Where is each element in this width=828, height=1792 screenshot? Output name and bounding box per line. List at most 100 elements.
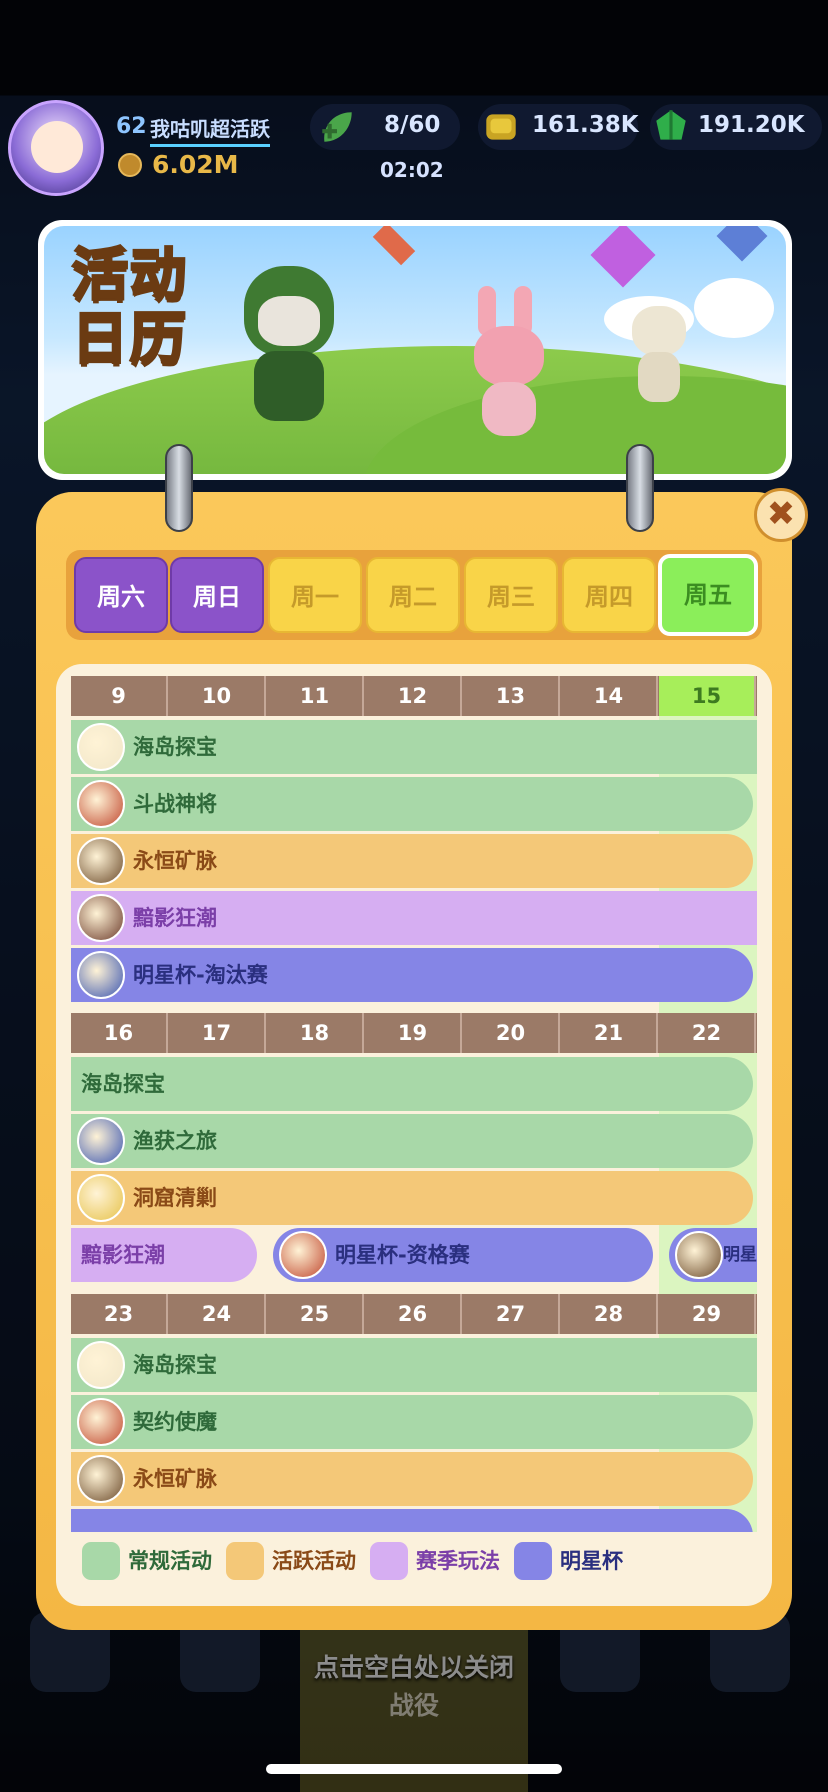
event-label: 明星杯-淘汰赛 bbox=[133, 963, 268, 987]
event-label: 契约使魔 bbox=[133, 1410, 217, 1434]
event-label: 永恒矿脉 bbox=[133, 849, 217, 873]
date-cell: 15 bbox=[659, 676, 756, 716]
date-cell: 28 bbox=[561, 1294, 658, 1334]
tab-day-3[interactable]: 周二 bbox=[366, 557, 460, 633]
date-cell: 10 bbox=[169, 676, 266, 716]
event-bar[interactable]: 斗战神将 bbox=[71, 777, 753, 831]
event-bar[interactable]: 黯影狂潮 bbox=[71, 1228, 257, 1282]
event-label: 黯影狂潮 bbox=[81, 1243, 165, 1267]
event-label: 海岛探宝 bbox=[133, 735, 217, 759]
date-cell: 26 bbox=[365, 1294, 462, 1334]
tab-day-6[interactable]: 周五 bbox=[658, 554, 758, 636]
gem-icon bbox=[656, 110, 686, 140]
legend-label: 赛季玩法 bbox=[416, 1549, 500, 1573]
legend-swatch bbox=[226, 1542, 264, 1580]
legend-label: 明星杯 bbox=[560, 1549, 623, 1573]
event-bar[interactable]: 契约使魔 bbox=[71, 1395, 753, 1449]
event-bar[interactable]: 海岛探宝 bbox=[71, 1338, 757, 1392]
event-bar[interactable]: 明星 bbox=[669, 1228, 757, 1282]
event-icon bbox=[77, 1398, 125, 1446]
event-label: 海岛探宝 bbox=[133, 1353, 217, 1377]
player-power: 6.02M bbox=[152, 150, 239, 179]
event-bar[interactable]: 海岛探宝 bbox=[71, 1057, 753, 1111]
event-label: 洞窟清剿 bbox=[133, 1186, 217, 1210]
event-icon bbox=[77, 1341, 125, 1389]
date-cell: 11 bbox=[267, 676, 364, 716]
date-cell: 18 bbox=[267, 1013, 364, 1053]
gold-value: 161.38K bbox=[532, 112, 639, 138]
legend-swatch bbox=[514, 1542, 552, 1580]
cloud bbox=[694, 278, 774, 338]
event-label: 黯影狂潮 bbox=[133, 906, 217, 930]
event-label: 明星杯-资格赛 bbox=[335, 1243, 470, 1267]
player-avatar bbox=[8, 100, 104, 196]
event-bar[interactable]: 明星杯-资格赛 bbox=[273, 1228, 653, 1282]
pink-bunny-character bbox=[464, 286, 554, 436]
legend-swatch bbox=[82, 1542, 120, 1580]
mummy-character bbox=[624, 306, 694, 406]
legend-label: 常规活动 bbox=[128, 1549, 212, 1573]
date-cell: 14 bbox=[561, 676, 658, 716]
gem-value: 191.20K bbox=[698, 112, 805, 138]
date-cell: 12 bbox=[365, 676, 462, 716]
event-bar[interactable]: 永恒矿脉 bbox=[71, 834, 753, 888]
legend: 常规活动 活跃活动 赛季玩法 明星杯 bbox=[82, 1542, 762, 1582]
event-bar[interactable]: 明星杯-淘汰赛 bbox=[71, 948, 753, 1002]
event-label: 海岛探宝 bbox=[81, 1072, 165, 1096]
event-label: 渔获之旅 bbox=[133, 1129, 217, 1153]
event-calendar-banner: 活动 日历 bbox=[38, 220, 792, 480]
tab-day-1[interactable]: 周日 bbox=[170, 557, 264, 633]
event-icon bbox=[77, 894, 125, 942]
event-label: 永恒矿脉 bbox=[133, 1467, 217, 1491]
tab-day-2[interactable]: 周一 bbox=[268, 557, 362, 633]
date-cell: 22 bbox=[659, 1013, 756, 1053]
banner-title-line2: 日历 bbox=[71, 306, 188, 373]
tab-day-0[interactable]: 周六 bbox=[74, 557, 168, 633]
event-label: 斗战神将 bbox=[133, 792, 217, 816]
event-icon bbox=[77, 837, 125, 885]
date-row: 23 24 25 26 27 28 29 bbox=[71, 1294, 757, 1334]
player-level: 62 bbox=[116, 114, 147, 139]
close-button[interactable]: ✖ bbox=[754, 488, 808, 542]
event-bar[interactable]: 洞窟清剿 bbox=[71, 1171, 753, 1225]
date-cell: 19 bbox=[365, 1013, 462, 1053]
event-bar[interactable]: 黯影狂潮 bbox=[71, 891, 757, 945]
date-row: 16 17 18 19 20 21 22 bbox=[71, 1013, 757, 1053]
stamina-leaf-icon bbox=[322, 112, 352, 142]
event-icon bbox=[675, 1231, 723, 1279]
date-cell: 25 bbox=[267, 1294, 364, 1334]
date-cell: 24 bbox=[169, 1294, 266, 1334]
banner-scene: 活动 日历 bbox=[44, 226, 786, 474]
binder-ring bbox=[626, 444, 654, 532]
date-cell: 29 bbox=[659, 1294, 756, 1334]
calendar-grid[interactable]: 9 10 11 12 13 14 15 海岛探宝 斗战神将 永恒矿脉 黯影狂潮 明星杯-淘汰赛 16 17… bbox=[71, 676, 757, 1532]
event-bar[interactable]: 海岛探宝 bbox=[71, 720, 757, 774]
date-cell: 21 bbox=[561, 1013, 658, 1053]
dragonfly-kite-icon bbox=[372, 226, 416, 266]
event-icon bbox=[77, 1455, 125, 1503]
date-cell: 16 bbox=[71, 1013, 168, 1053]
banner-title: 活动 日历 bbox=[71, 242, 188, 373]
event-icon bbox=[77, 1174, 125, 1222]
tab-day-5[interactable]: 周四 bbox=[562, 557, 656, 633]
stamina-timer: 02:02 bbox=[380, 158, 444, 182]
tab-day-4[interactable]: 周三 bbox=[464, 557, 558, 633]
event-bar[interactable]: 渔获之旅 bbox=[71, 1114, 753, 1168]
hooded-cat-character bbox=[234, 266, 344, 436]
gold-icon bbox=[486, 114, 516, 140]
event-icon bbox=[77, 951, 125, 999]
date-row: 9 10 11 12 13 14 15 bbox=[71, 676, 757, 716]
event-icon bbox=[77, 780, 125, 828]
home-indicator[interactable] bbox=[266, 1764, 562, 1774]
banner-title-line1: 活动 bbox=[71, 242, 188, 309]
stamina-value: 8/60 bbox=[384, 112, 441, 138]
event-icon bbox=[77, 1117, 125, 1165]
event-bar[interactable] bbox=[71, 1509, 753, 1532]
event-icon bbox=[77, 723, 125, 771]
date-cell: 13 bbox=[463, 676, 560, 716]
event-bar[interactable]: 永恒矿脉 bbox=[71, 1452, 753, 1506]
legend-label: 活跃活动 bbox=[272, 1549, 356, 1573]
date-cell: 23 bbox=[71, 1294, 168, 1334]
date-cell: 17 bbox=[169, 1013, 266, 1053]
date-cell: 27 bbox=[463, 1294, 560, 1334]
